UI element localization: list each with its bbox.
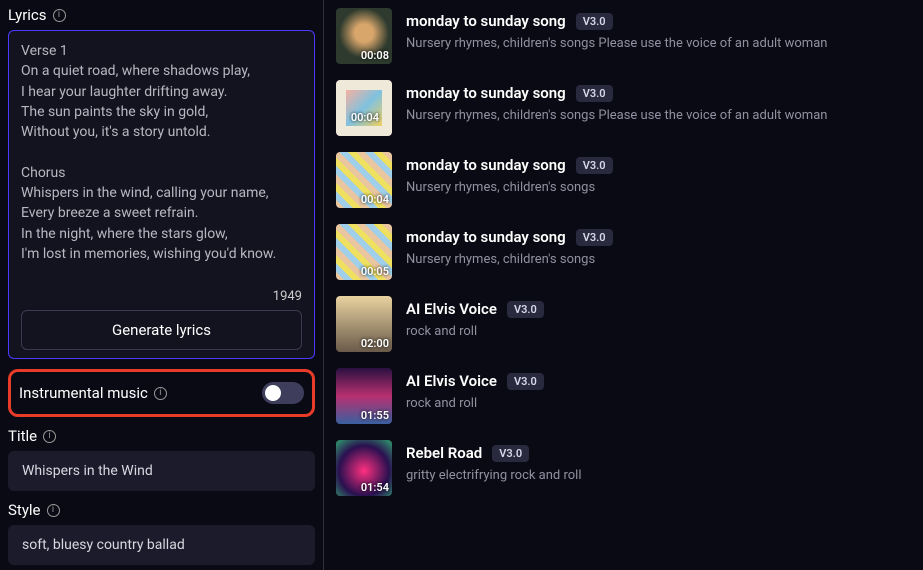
track-duration: 01:55	[361, 409, 389, 422]
track-item[interactable]: 02:00 AI Elvis Voice V3.0 rock and roll	[324, 288, 923, 360]
instrumental-row: Instrumental music i	[8, 369, 315, 417]
track-title: monday to sunday song	[406, 228, 566, 246]
track-description: Nursery rhymes, children's songs	[406, 180, 613, 195]
version-badge: V3.0	[507, 373, 544, 390]
track-thumbnail[interactable]: 00:04	[336, 80, 392, 136]
track-title: AI Elvis Voice	[406, 300, 497, 318]
track-description: Nursery rhymes, children's songs	[406, 252, 613, 267]
track-item[interactable]: 00:05 monday to sunday song V3.0 Nursery…	[324, 216, 923, 288]
title-label: Title	[8, 427, 37, 445]
info-icon[interactable]: i	[47, 504, 60, 517]
track-meta: monday to sunday song V3.0 Nursery rhyme…	[406, 224, 613, 267]
track-list: 00:08 monday to sunday song V3.0 Nursery…	[324, 0, 923, 504]
track-title: monday to sunday song	[406, 12, 566, 30]
track-thumbnail[interactable]: 02:00	[336, 296, 392, 352]
track-duration: 02:00	[361, 337, 389, 350]
track-thumbnail[interactable]: 00:04	[336, 152, 392, 208]
track-duration: 00:04	[351, 111, 379, 124]
lyrics-textarea[interactable]: Verse 1 On a quiet road, where shadows p…	[21, 41, 302, 283]
track-description: Nursery rhymes, children's songs Please …	[406, 36, 827, 51]
instrumental-label: Instrumental music	[19, 384, 148, 402]
track-description: Nursery rhymes, children's songs Please …	[406, 108, 827, 123]
track-meta: AI Elvis Voice V3.0 rock and roll	[406, 368, 544, 411]
track-thumbnail[interactable]: 00:08	[336, 8, 392, 64]
instrumental-toggle[interactable]	[262, 382, 304, 404]
track-title-row: AI Elvis Voice V3.0	[406, 372, 544, 390]
lyrics-label: Lyrics	[8, 6, 47, 24]
track-title: AI Elvis Voice	[406, 372, 497, 390]
generate-lyrics-button[interactable]: Generate lyrics	[21, 310, 302, 350]
title-header: Title i	[8, 427, 315, 445]
lyrics-counter-row: 1949	[21, 289, 302, 304]
track-item[interactable]: 01:54 Rebel Road V3.0 gritty electrifryi…	[324, 432, 923, 504]
track-meta: monday to sunday song V3.0 Nursery rhyme…	[406, 152, 613, 195]
right-panel: 00:08 monday to sunday song V3.0 Nursery…	[323, 0, 923, 570]
track-meta: AI Elvis Voice V3.0 rock and roll	[406, 296, 544, 339]
track-duration: 00:05	[361, 265, 389, 278]
info-icon[interactable]: i	[53, 9, 66, 22]
version-badge: V3.0	[576, 157, 613, 174]
track-title-row: monday to sunday song V3.0	[406, 228, 613, 246]
track-duration: 00:04	[361, 193, 389, 206]
lyrics-box[interactable]: Verse 1 On a quiet road, where shadows p…	[8, 30, 315, 359]
left-panel: Lyrics i Verse 1 On a quiet road, where …	[0, 0, 323, 570]
track-item[interactable]: 00:04 monday to sunday song V3.0 Nursery…	[324, 72, 923, 144]
style-label: Style	[8, 501, 41, 519]
style-section: Style i soft, bluesy country ballad	[8, 501, 315, 565]
track-title-row: monday to sunday song V3.0	[406, 156, 613, 174]
version-badge: V3.0	[576, 229, 613, 246]
track-description: rock and roll	[406, 396, 544, 411]
track-item[interactable]: 01:55 AI Elvis Voice V3.0 rock and roll	[324, 360, 923, 432]
info-icon[interactable]: i	[43, 430, 56, 443]
track-duration: 01:54	[361, 481, 389, 494]
track-title: monday to sunday song	[406, 156, 566, 174]
track-meta: monday to sunday song V3.0 Nursery rhyme…	[406, 80, 827, 123]
style-header: Style i	[8, 501, 315, 519]
version-badge: V3.0	[507, 301, 544, 318]
track-title-row: monday to sunday song V3.0	[406, 84, 827, 102]
instrumental-header: Instrumental music i	[19, 384, 167, 402]
track-description: gritty electrifrying rock and roll	[406, 468, 582, 483]
track-title-row: AI Elvis Voice V3.0	[406, 300, 544, 318]
lyrics-section: Lyrics i Verse 1 On a quiet road, where …	[8, 6, 315, 359]
track-title-row: Rebel Road V3.0	[406, 444, 582, 462]
track-duration: 00:08	[361, 49, 389, 62]
version-badge: V3.0	[576, 85, 613, 102]
track-item[interactable]: 00:08 monday to sunday song V3.0 Nursery…	[324, 0, 923, 72]
title-input[interactable]: Whispers in the Wind	[8, 451, 315, 491]
track-title: monday to sunday song	[406, 84, 566, 102]
track-thumbnail[interactable]: 01:54	[336, 440, 392, 496]
lyrics-header: Lyrics i	[8, 6, 315, 24]
track-meta: Rebel Road V3.0 gritty electrifrying roc…	[406, 440, 582, 483]
lyrics-counter: 1949	[273, 289, 302, 304]
track-item[interactable]: 00:04 monday to sunday song V3.0 Nursery…	[324, 144, 923, 216]
track-title: Rebel Road	[406, 444, 482, 462]
style-input[interactable]: soft, bluesy country ballad	[8, 525, 315, 565]
track-thumbnail[interactable]: 00:05	[336, 224, 392, 280]
track-meta: monday to sunday song V3.0 Nursery rhyme…	[406, 8, 827, 51]
track-description: rock and roll	[406, 324, 544, 339]
info-icon[interactable]: i	[154, 387, 167, 400]
track-thumbnail[interactable]: 01:55	[336, 368, 392, 424]
version-badge: V3.0	[492, 445, 529, 462]
track-title-row: monday to sunday song V3.0	[406, 12, 827, 30]
version-badge: V3.0	[576, 13, 613, 30]
toggle-thumb	[265, 385, 281, 401]
title-section: Title i Whispers in the Wind	[8, 427, 315, 491]
